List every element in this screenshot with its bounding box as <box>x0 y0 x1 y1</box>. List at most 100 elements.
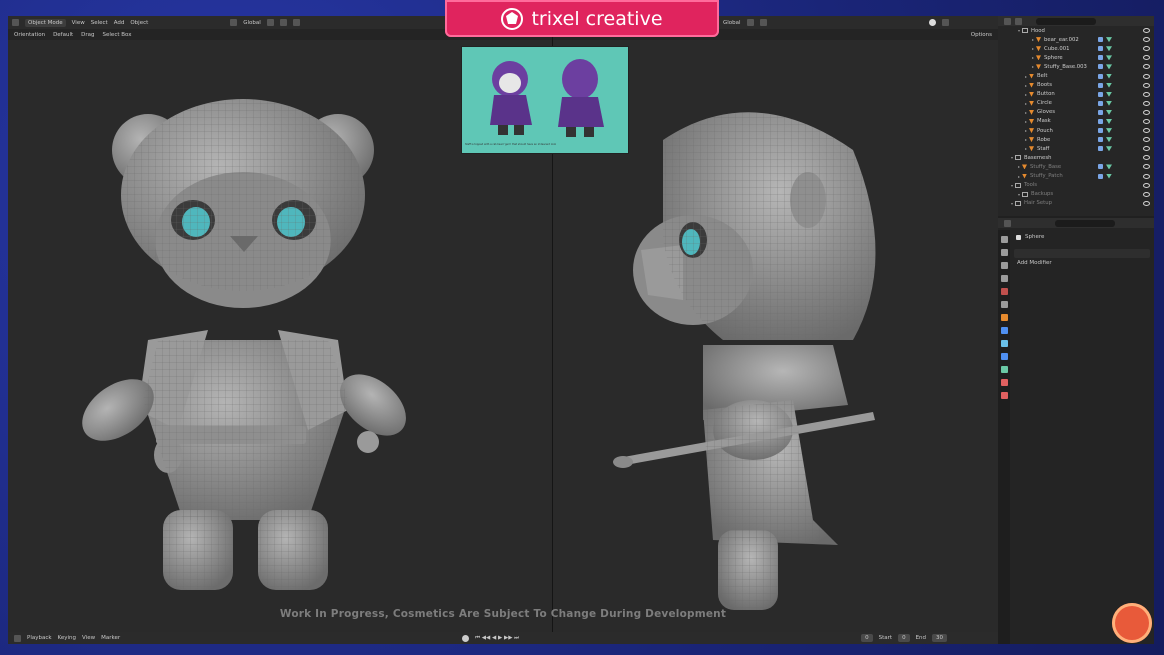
visibility-eye-icon[interactable] <box>1143 137 1150 143</box>
outliner-row[interactable]: ▸ Robe <box>998 135 1154 144</box>
visibility-eye-icon[interactable] <box>1143 55 1150 61</box>
menu-add[interactable]: Add <box>114 20 125 26</box>
add-modifier-button[interactable]: Add Modifier <box>1014 260 1052 266</box>
outliner-row[interactable]: ▾ Hair Setup <box>998 199 1154 208</box>
viewport-shading-icon[interactable] <box>928 19 936 26</box>
visibility-eye-icon[interactable] <box>1143 91 1150 97</box>
outliner-row[interactable]: ▸ Pouch <box>998 126 1154 135</box>
outliner-row[interactable]: ▸ Sphere <box>998 53 1154 62</box>
expand-arrow-icon[interactable]: ▸ <box>1018 164 1022 169</box>
visibility-eye-icon[interactable] <box>1143 128 1150 134</box>
visibility-eye-icon[interactable] <box>1143 200 1150 206</box>
record-icon[interactable] <box>462 634 470 642</box>
outliner-row[interactable]: ▾ Hood <box>998 26 1154 35</box>
expand-arrow-icon[interactable]: ▸ <box>1032 64 1036 69</box>
visibility-eye-icon[interactable] <box>1143 64 1150 70</box>
visibility-eye-icon[interactable] <box>1143 182 1150 188</box>
visibility-eye-icon[interactable] <box>1143 164 1150 170</box>
outliner-editor-icon[interactable] <box>1004 17 1011 25</box>
properties-search-input[interactable] <box>1055 219 1115 227</box>
visibility-eye-icon[interactable] <box>1143 146 1150 152</box>
visibility-eye-icon[interactable] <box>1143 191 1150 197</box>
visibility-eye-icon[interactable] <box>1143 73 1150 79</box>
expand-arrow-icon[interactable]: ▸ <box>1025 83 1029 88</box>
properties-tab-icon[interactable] <box>1000 288 1008 295</box>
expand-arrow-icon[interactable]: ▸ <box>1025 119 1029 124</box>
right-pivot-icon[interactable] <box>746 19 754 26</box>
editor-type-icon[interactable] <box>12 19 19 26</box>
properties-editor-icon[interactable] <box>1004 219 1011 227</box>
outliner-row[interactable]: ▸ Cube.001 <box>998 44 1154 53</box>
visibility-eye-icon[interactable] <box>1143 155 1150 161</box>
menu-marker[interactable]: Marker <box>101 635 120 641</box>
properties-tab-icon[interactable] <box>1000 314 1008 321</box>
visibility-eye-icon[interactable] <box>1143 28 1150 34</box>
menu-view[interactable]: View <box>72 20 85 26</box>
outliner-row[interactable]: ▸ Staff <box>998 144 1154 153</box>
menu-keying[interactable]: Keying <box>58 635 76 641</box>
menu-select[interactable]: Select <box>91 20 108 26</box>
outliner-row[interactable]: ▸ bear_ear.002 <box>998 35 1154 44</box>
menu-playback[interactable]: Playback <box>27 635 52 641</box>
current-frame-field[interactable]: 0 <box>861 634 873 642</box>
expand-arrow-icon[interactable]: ▸ <box>1025 137 1029 142</box>
snap-icon[interactable] <box>279 19 287 26</box>
visibility-eye-icon[interactable] <box>1143 82 1150 88</box>
menu-object[interactable]: Object <box>130 20 148 26</box>
visibility-eye-icon[interactable] <box>1143 118 1150 124</box>
expand-arrow-icon[interactable]: ▸ <box>1025 92 1029 97</box>
properties-tab-icon[interactable] <box>1000 236 1008 243</box>
properties-tab-icon[interactable] <box>1000 392 1008 399</box>
properties-tab-icon[interactable] <box>1000 301 1008 308</box>
overlay-icon[interactable] <box>941 19 949 26</box>
properties-tab-icon[interactable] <box>1000 366 1008 373</box>
properties-tab-icon[interactable] <box>1000 379 1008 386</box>
start-frame-field[interactable]: 0 <box>898 634 910 642</box>
options-dropdown[interactable]: Options <box>971 32 992 38</box>
outliner-search-input[interactable] <box>1036 17 1096 25</box>
outliner-row[interactable]: ▸ Stuffy_Patch <box>998 172 1154 181</box>
properties-tab-icon[interactable] <box>1000 340 1008 347</box>
select-box-dropdown[interactable]: Select Box <box>103 32 132 38</box>
outliner-row[interactable]: ▸ Gloves <box>998 108 1154 117</box>
expand-arrow-icon[interactable]: ▸ <box>1025 101 1029 106</box>
timeline-editor-icon[interactable] <box>14 634 21 642</box>
filter-icon[interactable] <box>1015 17 1022 25</box>
properties-tab-icon[interactable] <box>1000 249 1008 256</box>
outliner-row[interactable]: ▸ Stuffy_Base.003 <box>998 62 1154 71</box>
outliner-row[interactable]: ▸ Belt <box>998 71 1154 80</box>
expand-arrow-icon[interactable]: ▸ <box>1025 128 1029 133</box>
outliner-row[interactable]: ▾ Tools <box>998 181 1154 190</box>
outliner-row[interactable]: ▾ Backups <box>998 190 1154 199</box>
outliner-row[interactable]: ▾ Basemesh <box>998 153 1154 162</box>
expand-arrow-icon[interactable]: ▸ <box>1018 174 1022 179</box>
right-transform-orientation-dropdown[interactable]: Global <box>723 20 741 26</box>
right-snap-icon[interactable] <box>759 19 767 26</box>
properties-tab-icon[interactable] <box>1000 262 1008 269</box>
proportional-edit-icon[interactable] <box>292 19 300 26</box>
expand-arrow-icon[interactable]: ▸ <box>1025 74 1029 79</box>
expand-arrow-icon[interactable]: ▸ <box>1025 110 1029 115</box>
visibility-eye-icon[interactable] <box>1143 100 1150 106</box>
pivot-icon[interactable] <box>266 19 274 26</box>
expand-arrow-icon[interactable]: ▸ <box>1032 37 1036 42</box>
properties-tab-icon[interactable] <box>1000 353 1008 360</box>
outliner-row[interactable]: ▸ Boots <box>998 81 1154 90</box>
menu-timeline-view[interactable]: View <box>82 635 95 641</box>
orientation-dropdown[interactable]: Default <box>53 32 73 38</box>
outliner-row[interactable]: ▸ Stuffy_Base <box>998 162 1154 171</box>
visibility-eye-icon[interactable] <box>1143 46 1150 52</box>
expand-arrow-icon[interactable]: ▸ <box>1032 46 1036 51</box>
visibility-eye-icon[interactable] <box>1143 37 1150 43</box>
end-frame-field[interactable]: 30 <box>932 634 948 642</box>
properties-tab-icon[interactable] <box>1000 275 1008 282</box>
visibility-eye-icon[interactable] <box>1143 173 1150 179</box>
properties-tab-icon[interactable] <box>1000 327 1008 334</box>
transform-orientation-dropdown[interactable]: Global <box>243 20 261 26</box>
expand-arrow-icon[interactable]: ▸ <box>1025 146 1029 151</box>
mode-dropdown[interactable]: Object Mode <box>25 18 66 27</box>
outliner-row[interactable]: ▸ Circle <box>998 99 1154 108</box>
playback-controls[interactable]: ⏮ ◀◀ ◀ ▶ ▶▶ ⏭ <box>475 635 519 642</box>
outliner-row[interactable]: ▸ Button <box>998 90 1154 99</box>
expand-arrow-icon[interactable]: ▸ <box>1032 55 1036 60</box>
